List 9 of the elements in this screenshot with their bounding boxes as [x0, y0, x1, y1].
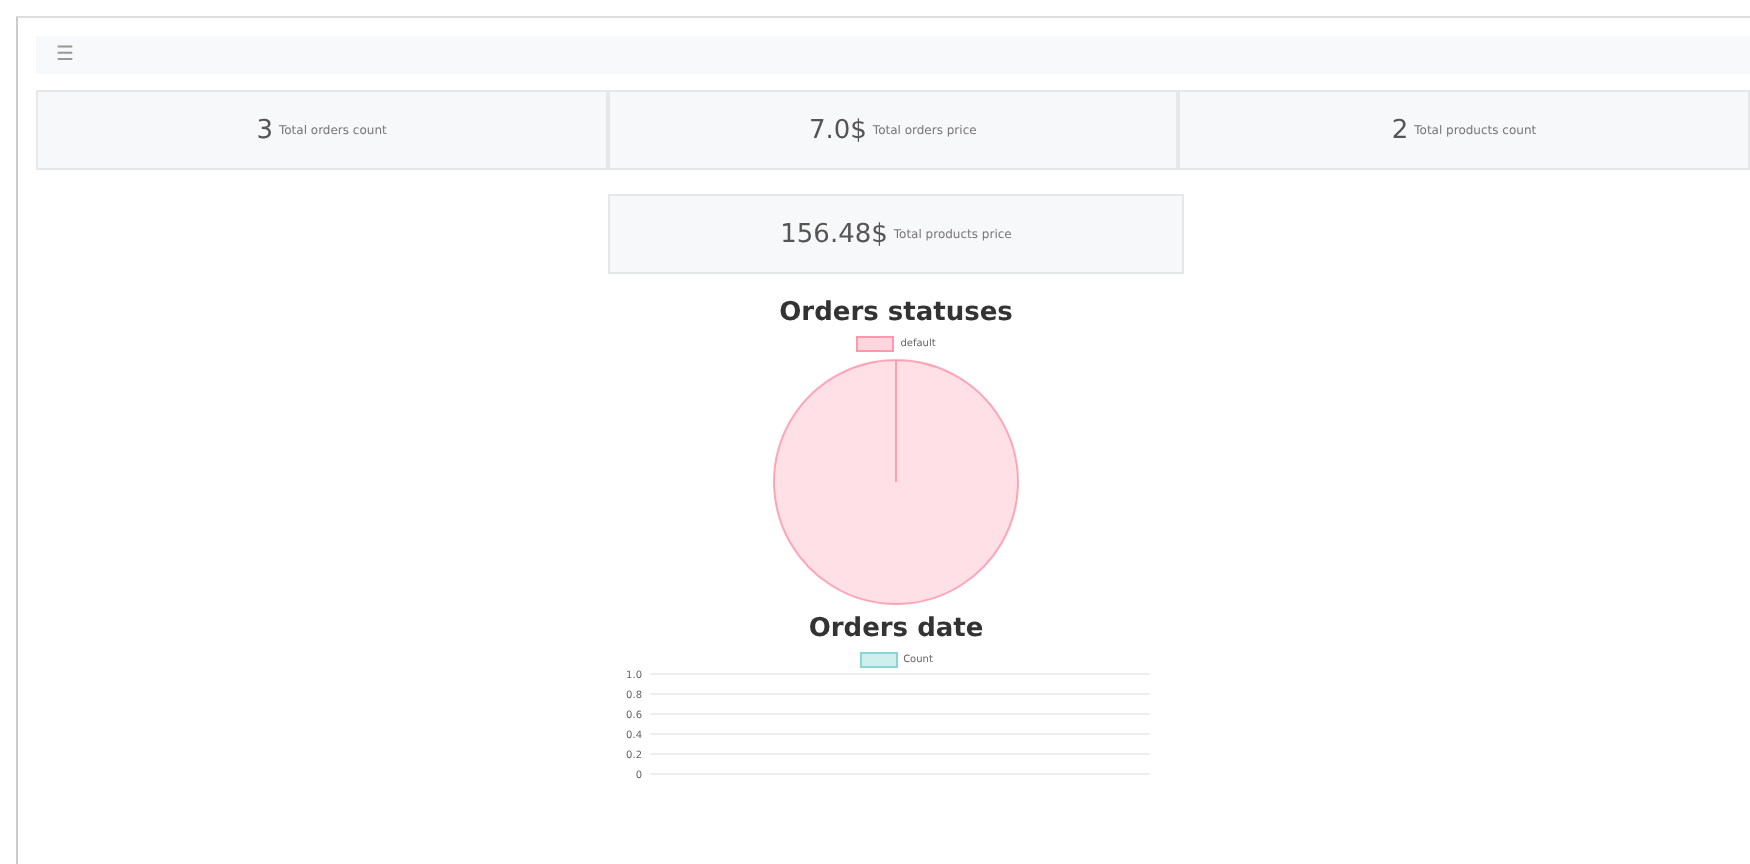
chart-title: Orders date	[808, 612, 984, 648]
legend-swatch[interactable]	[856, 336, 895, 352]
stat-value: 7.0$	[808, 115, 867, 145]
chart-title: Orders statuses	[779, 296, 1013, 332]
stat-value: 3	[256, 115, 273, 145]
stat-value: 156.48$	[780, 219, 888, 249]
legend-swatch[interactable]	[859, 652, 898, 668]
menu-icon[interactable]: ☰	[56, 44, 74, 66]
stat-value: 2	[1391, 115, 1409, 145]
